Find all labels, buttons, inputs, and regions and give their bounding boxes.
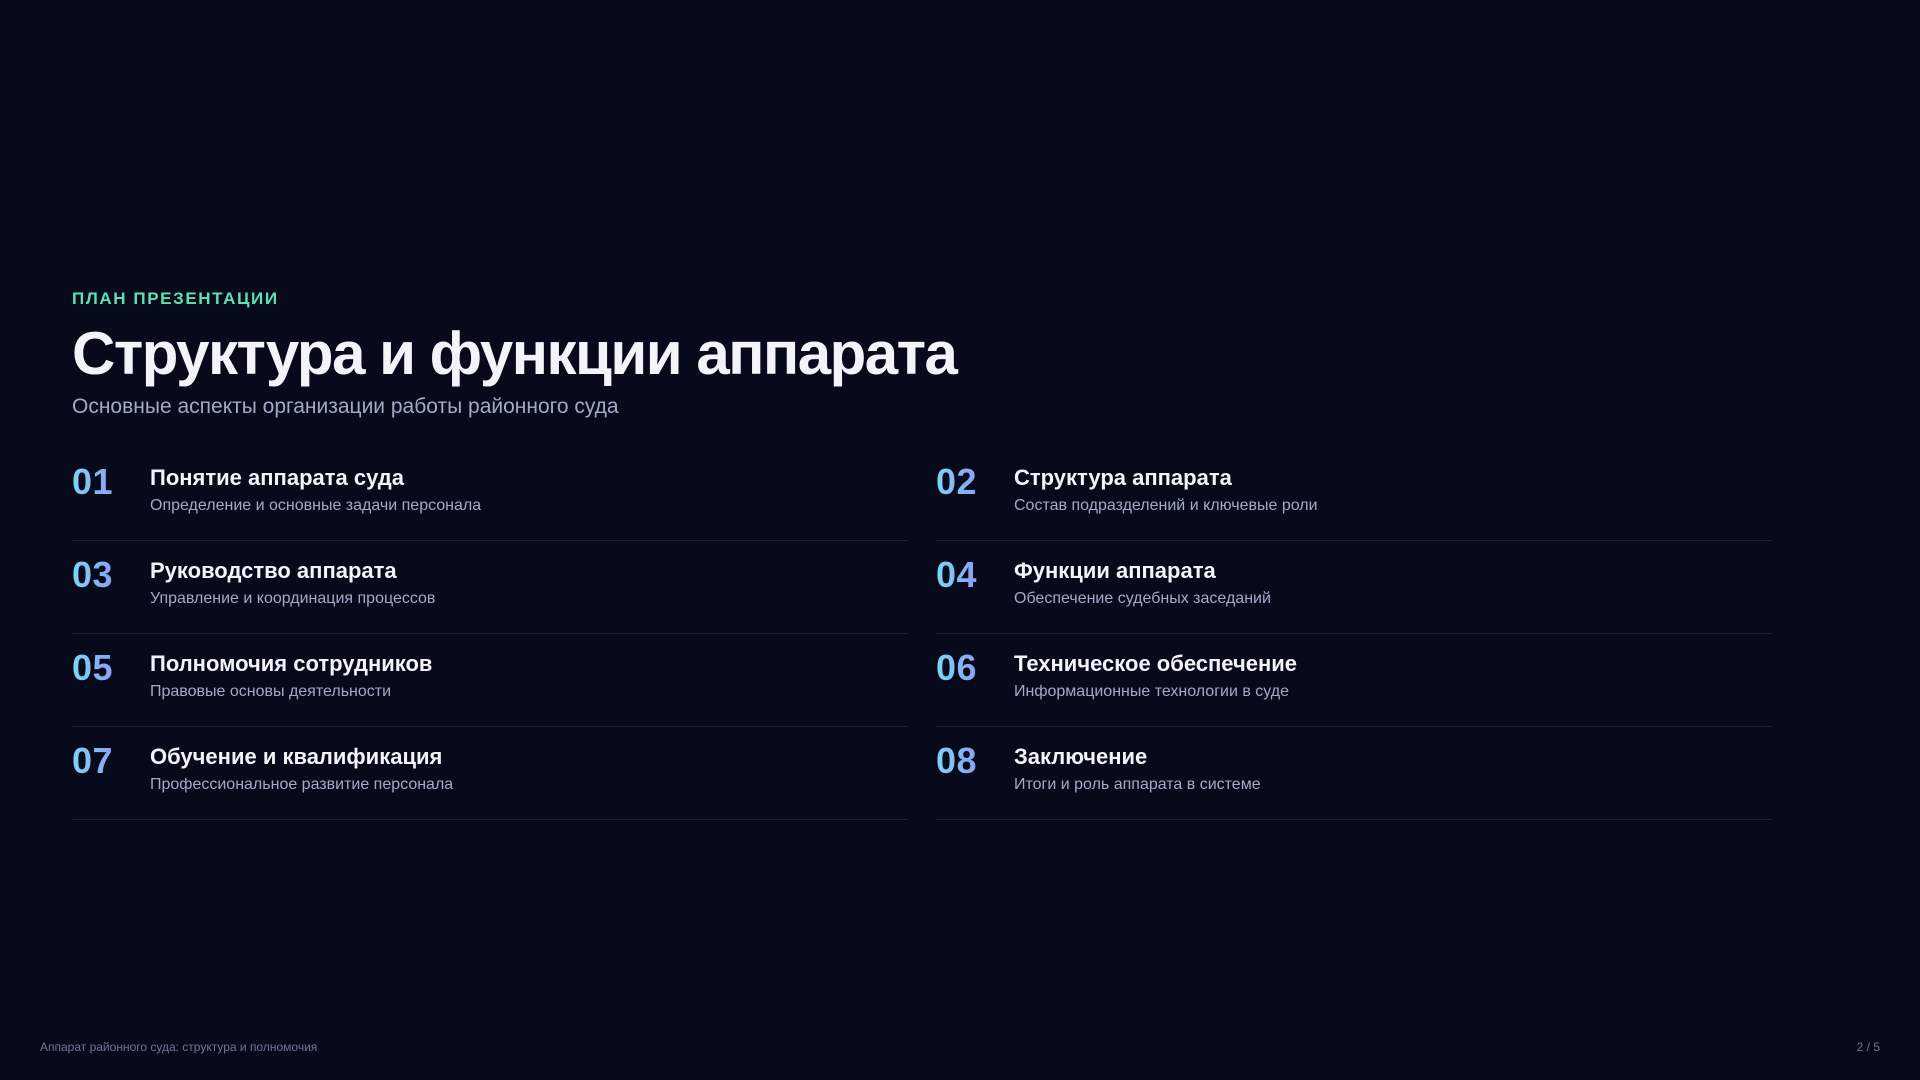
agenda-text: Структура аппарата Состав подразделений …	[1014, 462, 1318, 516]
agenda-item-title: Обучение и квалификация	[150, 744, 443, 769]
agenda-text: Техническое обеспечение Информационные т…	[1014, 648, 1297, 702]
agenda-number: 04	[936, 555, 1014, 595]
agenda-item-08: 08 Заключение Итоги и роль аппарата в си…	[936, 727, 1772, 820]
agenda-item-description: Информационные технологии в суде	[1014, 683, 1290, 700]
agenda-number: 07	[72, 741, 150, 781]
agenda-number: 06	[936, 648, 1014, 688]
eyebrow-label: ПЛАН ПРЕЗЕНТАЦИИ	[72, 289, 279, 308]
agenda-item-title: Заключение	[1014, 744, 1148, 769]
agenda-item-03: 03 Руководство аппарата Управление и коо…	[72, 541, 908, 634]
agenda-number: 08	[936, 741, 1014, 781]
agenda-text: Функции аппарата Обеспечение судебных за…	[1014, 555, 1271, 609]
agenda-number: 05	[72, 648, 150, 688]
agenda-item-description: Правовые основы деятельности	[150, 683, 392, 700]
agenda-text: Заключение Итоги и роль аппарата в систе…	[1014, 741, 1261, 795]
agenda-number: 02	[936, 462, 1014, 502]
agenda-item-01: 01 Понятие аппарата суда Определение и о…	[72, 448, 908, 541]
agenda-grid: 01 Понятие аппарата суда Определение и о…	[72, 448, 1772, 820]
agenda-text: Полномочия сотрудников Правовые основы д…	[150, 648, 432, 702]
agenda-number: 03	[72, 555, 150, 595]
slide: ПЛАН ПРЕЗЕНТАЦИИ Структура и функции апп…	[0, 0, 1920, 1080]
agenda-item-05: 05 Полномочия сотрудников Правовые основ…	[72, 634, 908, 727]
agenda-item-04: 04 Функции аппарата Обеспечение судебных…	[936, 541, 1772, 634]
agenda-item-description: Определение и основные задачи персонала	[150, 497, 482, 514]
slide-content: ПЛАН ПРЕЗЕНТАЦИИ Структура и функции апп…	[72, 288, 1772, 820]
page-subtitle: Основные аспекты организации работы райо…	[72, 395, 619, 418]
agenda-item-02: 02 Структура аппарата Состав подразделен…	[936, 448, 1772, 541]
footer-page-number: 2 / 5	[1856, 1040, 1880, 1054]
agenda-item-title: Функции аппарата	[1014, 558, 1216, 583]
agenda-item-title: Техническое обеспечение	[1014, 651, 1298, 676]
agenda-item-description: Итоги и роль аппарата в системе	[1014, 776, 1261, 793]
agenda-item-title: Руководство аппарата	[150, 558, 397, 583]
page-title: Структура и функции аппарата	[72, 320, 958, 387]
agenda-item-title: Полномочия сотрудников	[150, 651, 433, 676]
agenda-item-description: Обеспечение судебных заседаний	[1014, 590, 1271, 607]
agenda-item-07: 07 Обучение и квалификация Профессиональ…	[72, 727, 908, 820]
agenda-item-description: Профессиональное развитие персонала	[150, 776, 454, 793]
agenda-text: Обучение и квалификация Профессиональное…	[150, 741, 453, 795]
agenda-item-description: Управление и координация процессов	[150, 590, 436, 607]
agenda-text: Руководство аппарата Управление и коорди…	[150, 555, 435, 609]
agenda-item-title: Структура аппарата	[1014, 465, 1232, 490]
agenda-item-06: 06 Техническое обеспечение Информационны…	[936, 634, 1772, 727]
agenda-item-title: Понятие аппарата суда	[150, 465, 404, 490]
agenda-number: 01	[72, 462, 150, 502]
footer-presentation-title: Аппарат районного суда: структура и полн…	[40, 1040, 318, 1054]
agenda-item-description: Состав подразделений и ключевые роли	[1014, 497, 1318, 514]
agenda-text: Понятие аппарата суда Определение и осно…	[150, 462, 481, 516]
